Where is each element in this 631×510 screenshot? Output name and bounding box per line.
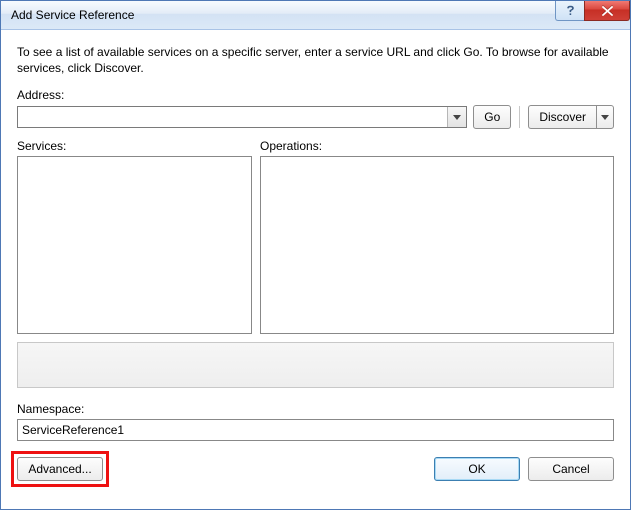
chevron-down-icon	[601, 115, 609, 120]
status-area	[17, 342, 614, 388]
help-button[interactable]	[555, 1, 584, 21]
operations-label: Operations:	[260, 139, 614, 153]
address-label: Address:	[17, 88, 614, 102]
add-service-reference-dialog: Add Service Reference To see a list of a…	[0, 0, 631, 510]
namespace-label: Namespace:	[17, 402, 614, 416]
button-row: Advanced... OK Cancel	[17, 457, 614, 481]
titlebar-controls	[555, 1, 630, 21]
lists-row: Services: Operations:	[17, 139, 614, 334]
separator	[519, 106, 520, 128]
help-icon	[566, 5, 575, 16]
services-label: Services:	[17, 139, 252, 153]
address-dropdown-button[interactable]	[447, 107, 466, 127]
services-column: Services:	[17, 139, 252, 334]
client-area: To see a list of available services on a…	[1, 30, 630, 509]
operations-listbox[interactable]	[260, 156, 614, 334]
discover-dropdown-button[interactable]	[596, 105, 614, 129]
address-input[interactable]	[18, 107, 447, 127]
services-listbox[interactable]	[17, 156, 252, 334]
address-row: Go Discover	[17, 105, 614, 129]
go-button[interactable]: Go	[473, 105, 511, 129]
advanced-button[interactable]: Advanced...	[17, 457, 103, 481]
operations-column: Operations:	[260, 139, 614, 334]
cancel-button[interactable]: Cancel	[528, 457, 614, 481]
discover-split-button: Discover	[528, 105, 614, 129]
close-button[interactable]	[584, 1, 630, 21]
instructions-text: To see a list of available services on a…	[17, 44, 614, 76]
close-icon	[602, 6, 613, 16]
discover-button[interactable]: Discover	[528, 105, 596, 129]
chevron-down-icon	[453, 115, 461, 120]
namespace-input[interactable]	[17, 419, 614, 441]
window-title: Add Service Reference	[11, 8, 555, 22]
titlebar: Add Service Reference	[1, 1, 630, 30]
address-combobox[interactable]	[17, 106, 467, 128]
ok-button[interactable]: OK	[434, 457, 520, 481]
